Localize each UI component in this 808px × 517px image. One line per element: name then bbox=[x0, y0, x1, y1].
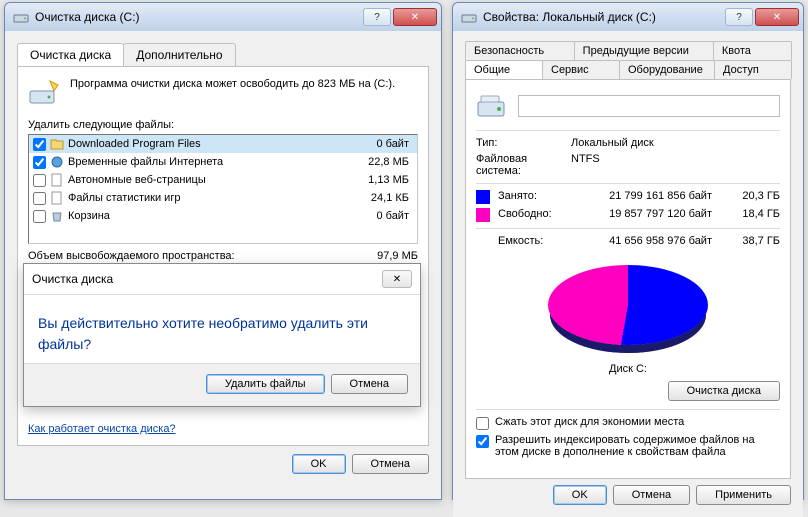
cleanup-icon bbox=[28, 77, 60, 109]
delete-files-label: Удалить следующие файлы: bbox=[28, 119, 418, 131]
drive-name-input[interactable] bbox=[518, 95, 780, 117]
file-checkbox[interactable] bbox=[33, 138, 46, 151]
file-checkbox[interactable] bbox=[33, 156, 46, 169]
type-label: Тип: bbox=[476, 137, 571, 149]
file-size: 22,8 МБ bbox=[343, 156, 413, 168]
confirm-dialog: Очистка диска ✕ Вы действительно хотите … bbox=[23, 263, 421, 407]
tab-hardware[interactable]: Оборудование bbox=[619, 60, 715, 79]
fs-label: Файловая система: bbox=[476, 153, 571, 177]
file-name: Downloaded Program Files bbox=[68, 138, 343, 150]
list-item[interactable]: Временные файлы Интернета 22,8 МБ bbox=[29, 153, 417, 171]
index-checkbox[interactable] bbox=[476, 435, 489, 448]
trash-icon bbox=[50, 209, 64, 223]
file-name: Файлы статистики игр bbox=[68, 192, 343, 204]
used-label: Занято: bbox=[498, 190, 578, 204]
close-button[interactable]: ✕ bbox=[393, 8, 437, 26]
compress-option[interactable]: Сжать этот диск для экономии места bbox=[476, 416, 780, 430]
drive-large-icon bbox=[476, 90, 508, 122]
file-checkbox[interactable] bbox=[33, 192, 46, 205]
help-button[interactable]: ? bbox=[363, 8, 391, 26]
drive-icon bbox=[13, 9, 29, 25]
file-list[interactable]: Downloaded Program Files 0 байт Временны… bbox=[28, 134, 418, 244]
file-name: Корзина bbox=[68, 210, 343, 222]
intro-text: Программа очистки диска может освободить… bbox=[70, 77, 395, 91]
confirm-close-button[interactable]: ✕ bbox=[382, 270, 412, 288]
confirm-title: Очистка диска bbox=[32, 272, 382, 286]
cancel-button[interactable]: Отмена bbox=[352, 454, 429, 474]
free-gb: 18,4 ГБ bbox=[720, 208, 780, 222]
free-bytes: 19 857 797 120 байт bbox=[578, 208, 720, 222]
tab-security[interactable]: Безопасность bbox=[465, 41, 575, 60]
capacity-label: Емкость: bbox=[498, 235, 578, 249]
titlebar[interactable]: Очистка диска (C:) ? ✕ bbox=[5, 3, 441, 31]
usage-pie-chart: Диск C: bbox=[476, 255, 780, 375]
list-item[interactable]: Корзина 0 байт bbox=[29, 207, 417, 225]
used-gb: 20,3 ГБ bbox=[720, 190, 780, 204]
file-size: 1,13 МБ bbox=[343, 174, 413, 186]
help-button[interactable]: ? bbox=[725, 8, 753, 26]
tab-quota[interactable]: Квота bbox=[713, 41, 792, 60]
disk-cleanup-window: Очистка диска (C:) ? ✕ Очистка диска Доп… bbox=[4, 2, 442, 500]
close-button[interactable]: ✕ bbox=[755, 8, 799, 26]
used-bytes: 21 799 161 856 байт bbox=[578, 190, 720, 204]
ok-button[interactable]: OK bbox=[292, 454, 346, 474]
file-checkbox[interactable] bbox=[33, 210, 46, 223]
tab-previous[interactable]: Предыдущие версии bbox=[574, 41, 714, 60]
pie-label: Диск C: bbox=[609, 363, 647, 375]
list-item[interactable]: Downloaded Program Files 0 байт bbox=[29, 135, 417, 153]
window-title: Очистка диска (C:) bbox=[35, 10, 363, 24]
fs-value: NTFS bbox=[571, 153, 780, 177]
file-size: 24,1 КБ bbox=[343, 192, 413, 204]
page-icon bbox=[50, 191, 64, 205]
free-swatch bbox=[476, 208, 490, 222]
window-title: Свойства: Локальный диск (C:) bbox=[483, 10, 725, 24]
drive-properties-window: Свойства: Локальный диск (C:) ? ✕ Безопа… bbox=[452, 2, 804, 500]
used-swatch bbox=[476, 190, 490, 204]
file-name: Автономные веб-страницы bbox=[68, 174, 343, 186]
tabstrip: Очистка диска Дополнительно bbox=[13, 39, 433, 66]
titlebar[interactable]: Свойства: Локальный диск (C:) ? ✕ bbox=[453, 3, 803, 31]
compress-label: Сжать этот диск для экономии места bbox=[495, 416, 684, 428]
freed-space-value: 97,9 МБ bbox=[358, 250, 418, 262]
list-item[interactable]: Файлы статистики игр 24,1 КБ bbox=[29, 189, 417, 207]
type-value: Локальный диск bbox=[571, 137, 780, 149]
file-size: 0 байт bbox=[343, 210, 413, 222]
drive-icon bbox=[461, 9, 477, 25]
tab-more[interactable]: Дополнительно bbox=[123, 43, 235, 66]
freed-space-label: Объем высвобождаемого пространства: bbox=[28, 250, 358, 262]
confirm-cancel-button[interactable]: Отмена bbox=[331, 374, 408, 394]
file-checkbox[interactable] bbox=[33, 174, 46, 187]
free-label: Свободно: bbox=[498, 208, 578, 222]
globe-icon bbox=[50, 155, 64, 169]
list-item[interactable]: Автономные веб-страницы 1,13 МБ bbox=[29, 171, 417, 189]
tab-service[interactable]: Сервис bbox=[542, 60, 620, 79]
disk-cleanup-button[interactable]: Очистка диска bbox=[668, 381, 780, 401]
tab-access[interactable]: Доступ bbox=[714, 60, 792, 79]
file-size: 0 байт bbox=[343, 138, 413, 150]
tab-cleanup[interactable]: Очистка диска bbox=[17, 43, 124, 66]
index-label: Разрешить индексировать содержимое файло… bbox=[495, 434, 780, 458]
tab-general[interactable]: Общие bbox=[465, 60, 543, 79]
compress-checkbox[interactable] bbox=[476, 417, 489, 430]
capacity-gb: 38,7 ГБ bbox=[720, 235, 780, 249]
page-icon bbox=[50, 173, 64, 187]
howto-link[interactable]: Как работает очистка диска? bbox=[28, 423, 176, 435]
index-option[interactable]: Разрешить индексировать содержимое файло… bbox=[476, 434, 780, 458]
confirm-message: Вы действительно хотите необратимо удали… bbox=[38, 313, 406, 355]
cancel-button[interactable]: Отмена bbox=[613, 485, 690, 505]
folder-icon bbox=[50, 137, 64, 151]
delete-files-button[interactable]: Удалить файлы bbox=[206, 374, 325, 394]
file-name: Временные файлы Интернета bbox=[68, 156, 343, 168]
capacity-bytes: 41 656 958 976 байт bbox=[578, 235, 720, 249]
tab-panel-general: Тип: Локальный диск Файловая система: NT… bbox=[465, 79, 791, 479]
apply-button[interactable]: Применить bbox=[696, 485, 791, 505]
ok-button[interactable]: OK bbox=[553, 485, 607, 505]
